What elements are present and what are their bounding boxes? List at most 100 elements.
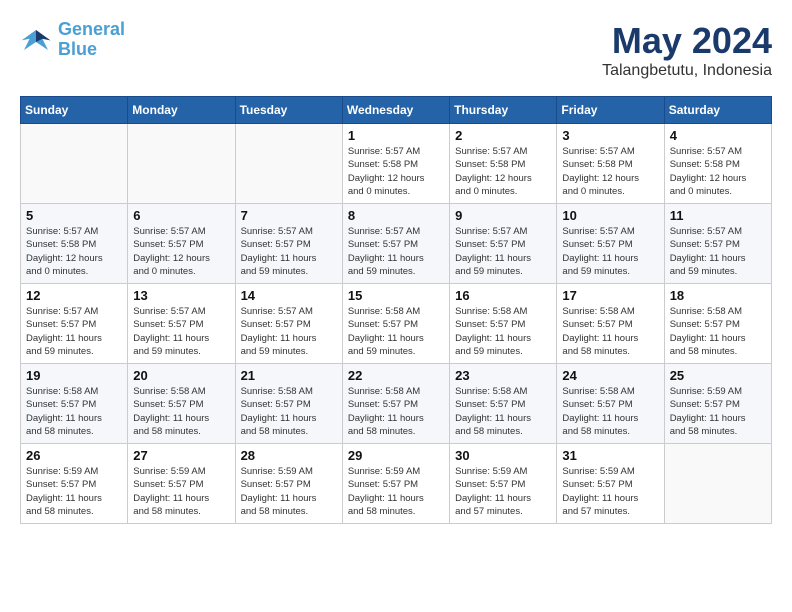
calendar-cell: 16 Sunrise: 5:58 AM Sunset: 5:57 PM Dayli… <box>450 284 557 364</box>
title-block: May 2024 Talangbetutu, Indonesia <box>602 20 772 80</box>
calendar-cell <box>235 124 342 204</box>
day-number: 7 <box>241 208 337 223</box>
week-row-3: 12 Sunrise: 5:57 AM Sunset: 5:57 PM Dayli… <box>21 284 772 364</box>
day-info: Sunrise: 5:57 AM Sunset: 5:57 PM Dayligh… <box>133 305 229 358</box>
day-info: Sunrise: 5:57 AM Sunset: 5:57 PM Dayligh… <box>348 225 444 278</box>
calendar-cell: 7 Sunrise: 5:57 AM Sunset: 5:57 PM Daylig… <box>235 204 342 284</box>
day-info: Sunrise: 5:58 AM Sunset: 5:57 PM Dayligh… <box>133 385 229 438</box>
calendar-table: SundayMondayTuesdayWednesdayThursdayFrid… <box>20 96 772 524</box>
calendar-cell <box>128 124 235 204</box>
calendar-cell: 12 Sunrise: 5:57 AM Sunset: 5:57 PM Dayli… <box>21 284 128 364</box>
calendar-cell: 19Sunrise: 5:58 AM Sunset: 5:57 PM Dayli… <box>21 364 128 444</box>
week-row-2: 5 Sunrise: 5:57 AM Sunset: 5:58 PM Daylig… <box>21 204 772 284</box>
day-info: Sunrise: 5:58 AM Sunset: 5:57 PM Dayligh… <box>455 385 551 438</box>
day-number: 15 <box>348 288 444 303</box>
day-number: 4 <box>670 128 766 143</box>
calendar-cell: 18Sunrise: 5:58 AM Sunset: 5:57 PM Dayli… <box>664 284 771 364</box>
day-info: Sunrise: 5:57 AM Sunset: 5:58 PM Dayligh… <box>26 225 122 278</box>
day-info: Sunrise: 5:58 AM Sunset: 5:57 PM Dayligh… <box>670 305 766 358</box>
day-number: 9 <box>455 208 551 223</box>
col-header-thursday: Thursday <box>450 97 557 124</box>
logo: General Blue <box>20 20 125 60</box>
calendar-cell: 6 Sunrise: 5:57 AM Sunset: 5:57 PM Daylig… <box>128 204 235 284</box>
week-row-4: 19Sunrise: 5:58 AM Sunset: 5:57 PM Dayli… <box>21 364 772 444</box>
day-info: Sunrise: 5:57 AM Sunset: 5:57 PM Dayligh… <box>241 305 337 358</box>
logo-text: General Blue <box>58 20 125 60</box>
day-info: Sunrise: 5:57 AM Sunset: 5:58 PM Dayligh… <box>348 145 444 198</box>
calendar-cell: 31Sunrise: 5:59 AM Sunset: 5:57 PM Dayli… <box>557 444 664 524</box>
calendar-cell: 20 Sunrise: 5:58 AM Sunset: 5:57 PM Dayli… <box>128 364 235 444</box>
calendar-cell: 11Sunrise: 5:57 AM Sunset: 5:57 PM Dayli… <box>664 204 771 284</box>
calendar-cell: 10 Sunrise: 5:57 AM Sunset: 5:57 PM Dayli… <box>557 204 664 284</box>
col-header-friday: Friday <box>557 97 664 124</box>
location-subtitle: Talangbetutu, Indonesia <box>602 62 772 80</box>
day-info: Sunrise: 5:58 AM Sunset: 5:57 PM Dayligh… <box>348 305 444 358</box>
month-title: May 2024 <box>602 20 772 62</box>
col-header-monday: Monday <box>128 97 235 124</box>
day-info: Sunrise: 5:59 AM Sunset: 5:57 PM Dayligh… <box>348 465 444 518</box>
calendar-cell: 29 Sunrise: 5:59 AM Sunset: 5:57 PM Dayli… <box>342 444 449 524</box>
day-info: Sunrise: 5:59 AM Sunset: 5:57 PM Dayligh… <box>455 465 551 518</box>
calendar-cell: 2Sunrise: 5:57 AM Sunset: 5:58 PM Daylig… <box>450 124 557 204</box>
calendar-cell: 13Sunrise: 5:57 AM Sunset: 5:57 PM Dayli… <box>128 284 235 364</box>
day-info: Sunrise: 5:58 AM Sunset: 5:57 PM Dayligh… <box>241 385 337 438</box>
col-header-tuesday: Tuesday <box>235 97 342 124</box>
day-number: 14 <box>241 288 337 303</box>
day-number: 28 <box>241 448 337 463</box>
day-number: 8 <box>348 208 444 223</box>
day-info: Sunrise: 5:57 AM Sunset: 5:57 PM Dayligh… <box>455 225 551 278</box>
day-info: Sunrise: 5:59 AM Sunset: 5:57 PM Dayligh… <box>241 465 337 518</box>
day-info: Sunrise: 5:57 AM Sunset: 5:58 PM Dayligh… <box>670 145 766 198</box>
day-number: 26 <box>26 448 122 463</box>
calendar-cell: 17 Sunrise: 5:58 AM Sunset: 5:57 PM Dayli… <box>557 284 664 364</box>
day-info: Sunrise: 5:58 AM Sunset: 5:57 PM Dayligh… <box>26 385 122 438</box>
day-number: 10 <box>562 208 658 223</box>
day-number: 12 <box>26 288 122 303</box>
day-number: 21 <box>241 368 337 383</box>
calendar-cell: 24 Sunrise: 5:58 AM Sunset: 5:57 PM Dayli… <box>557 364 664 444</box>
day-number: 1 <box>348 128 444 143</box>
day-info: Sunrise: 5:58 AM Sunset: 5:57 PM Dayligh… <box>562 305 658 358</box>
calendar-cell: 5 Sunrise: 5:57 AM Sunset: 5:58 PM Daylig… <box>21 204 128 284</box>
day-info: Sunrise: 5:58 AM Sunset: 5:57 PM Dayligh… <box>562 385 658 438</box>
day-info: Sunrise: 5:59 AM Sunset: 5:57 PM Dayligh… <box>670 385 766 438</box>
day-number: 29 <box>348 448 444 463</box>
col-header-wednesday: Wednesday <box>342 97 449 124</box>
day-number: 31 <box>562 448 658 463</box>
calendar-cell: 14 Sunrise: 5:57 AM Sunset: 5:57 PM Dayli… <box>235 284 342 364</box>
week-row-5: 26 Sunrise: 5:59 AM Sunset: 5:57 PM Dayli… <box>21 444 772 524</box>
day-number: 3 <box>562 128 658 143</box>
day-number: 17 <box>562 288 658 303</box>
day-number: 5 <box>26 208 122 223</box>
week-row-1: 1 Sunrise: 5:57 AM Sunset: 5:58 PM Daylig… <box>21 124 772 204</box>
calendar-cell: 4 Sunrise: 5:57 AM Sunset: 5:58 PM Daylig… <box>664 124 771 204</box>
calendar-cell: 15 Sunrise: 5:58 AM Sunset: 5:57 PM Dayli… <box>342 284 449 364</box>
day-info: Sunrise: 5:57 AM Sunset: 5:57 PM Dayligh… <box>562 225 658 278</box>
day-number: 22 <box>348 368 444 383</box>
day-info: Sunrise: 5:57 AM Sunset: 5:58 PM Dayligh… <box>455 145 551 198</box>
day-info: Sunrise: 5:58 AM Sunset: 5:57 PM Dayligh… <box>348 385 444 438</box>
calendar-cell <box>21 124 128 204</box>
calendar-cell: 27 Sunrise: 5:59 AM Sunset: 5:57 PM Dayli… <box>128 444 235 524</box>
day-info: Sunrise: 5:57 AM Sunset: 5:57 PM Dayligh… <box>26 305 122 358</box>
day-info: Sunrise: 5:58 AM Sunset: 5:57 PM Dayligh… <box>455 305 551 358</box>
day-number: 20 <box>133 368 229 383</box>
calendar-cell <box>664 444 771 524</box>
day-number: 11 <box>670 208 766 223</box>
day-number: 24 <box>562 368 658 383</box>
calendar-cell: 21 Sunrise: 5:58 AM Sunset: 5:57 PM Dayli… <box>235 364 342 444</box>
logo-icon <box>20 26 52 54</box>
day-number: 23 <box>455 368 551 383</box>
day-number: 6 <box>133 208 229 223</box>
calendar-cell: 22 Sunrise: 5:58 AM Sunset: 5:57 PM Dayli… <box>342 364 449 444</box>
day-number: 25 <box>670 368 766 383</box>
calendar-cell: 30Sunrise: 5:59 AM Sunset: 5:57 PM Dayli… <box>450 444 557 524</box>
day-info: Sunrise: 5:57 AM Sunset: 5:57 PM Dayligh… <box>133 225 229 278</box>
calendar-cell: 3Sunrise: 5:57 AM Sunset: 5:58 PM Daylig… <box>557 124 664 204</box>
day-info: Sunrise: 5:59 AM Sunset: 5:57 PM Dayligh… <box>133 465 229 518</box>
day-number: 16 <box>455 288 551 303</box>
page-header: General Blue May 2024 Talangbetutu, Indo… <box>20 20 772 80</box>
day-number: 27 <box>133 448 229 463</box>
day-info: Sunrise: 5:57 AM Sunset: 5:57 PM Dayligh… <box>241 225 337 278</box>
calendar-cell: 23 Sunrise: 5:58 AM Sunset: 5:57 PM Dayli… <box>450 364 557 444</box>
